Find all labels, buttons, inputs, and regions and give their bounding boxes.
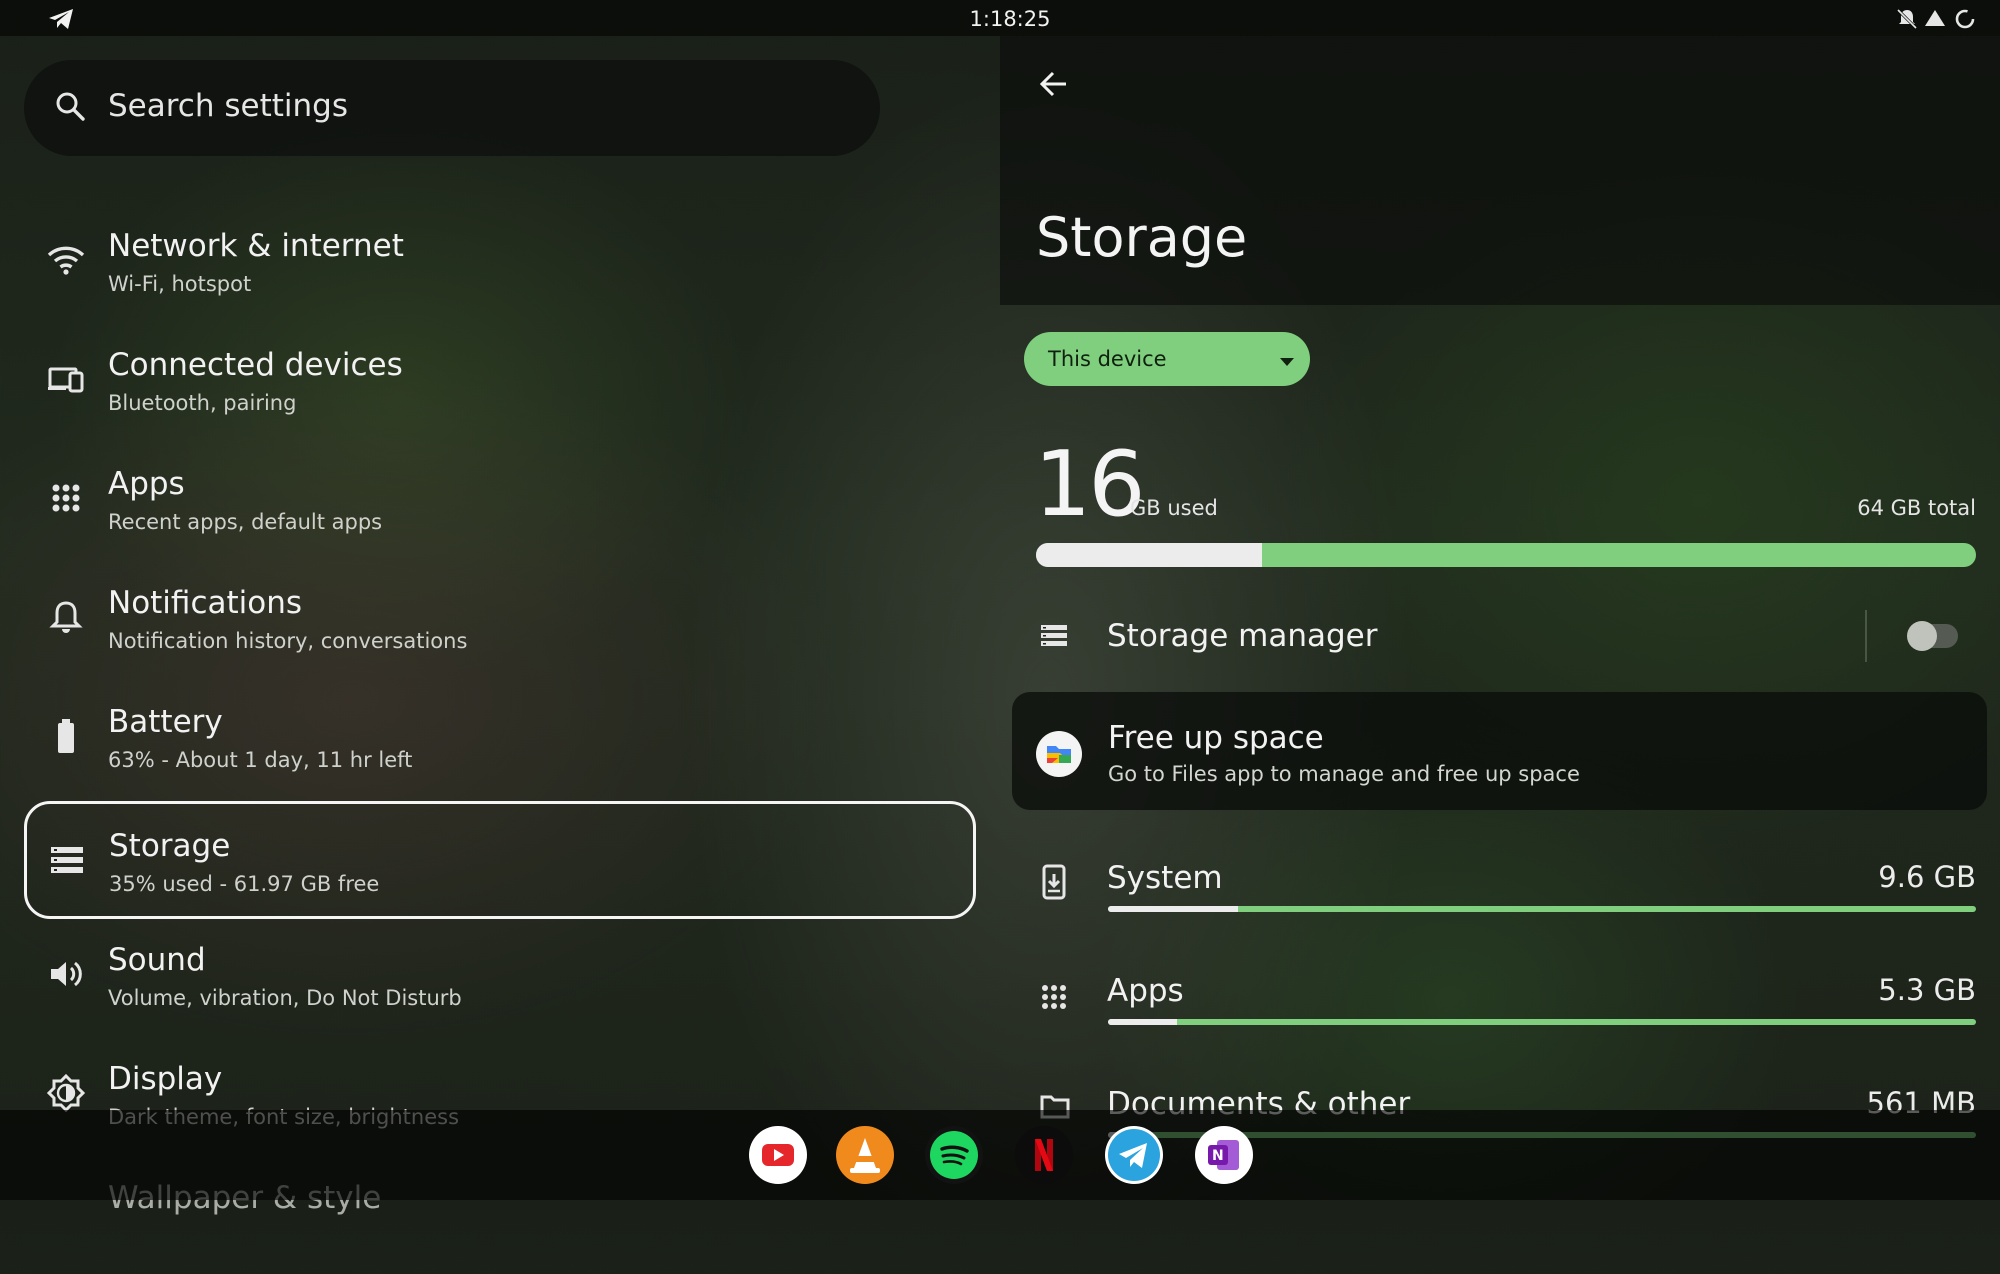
search-input[interactable]: Search settings bbox=[108, 88, 348, 124]
spotify-app-icon[interactable] bbox=[925, 1126, 983, 1184]
vlc-app-icon[interactable] bbox=[836, 1126, 894, 1184]
divider bbox=[1865, 610, 1867, 662]
storage-usage-bar bbox=[1036, 543, 1976, 567]
device-selector-label: This device bbox=[1048, 347, 1167, 371]
device-selector-dropdown[interactable]: This device bbox=[1024, 332, 1310, 386]
menu-item-title: Apps bbox=[108, 466, 185, 502]
menu-item-title: Sound bbox=[108, 942, 206, 978]
menu-item-sound[interactable]: Sound Volume, vibration, Do Not Disturb bbox=[24, 924, 974, 1036]
menu-item-storage[interactable]: Storage 35% used - 61.97 GB free bbox=[24, 801, 976, 919]
wifi-icon bbox=[46, 240, 86, 280]
menu-item-subtitle: Volume, vibration, Do Not Disturb bbox=[108, 986, 462, 1010]
netflix-app-icon[interactable] bbox=[1015, 1126, 1073, 1184]
dropdown-arrow-icon bbox=[1280, 358, 1294, 366]
menu-item-title: Storage bbox=[109, 828, 231, 864]
free-up-space-subtitle: Go to Files app to manage and free up sp… bbox=[1108, 762, 1580, 786]
category-usage-bar bbox=[1108, 1019, 1976, 1025]
menu-item-title: Battery bbox=[108, 704, 223, 740]
category-row-system[interactable]: System 9.6 GB bbox=[1000, 848, 2000, 958]
sync-icon bbox=[1954, 8, 1976, 30]
category-size: 5.3 GB bbox=[1878, 973, 1976, 1007]
menu-item-subtitle: Notification history, conversations bbox=[108, 629, 468, 653]
menu-item-network[interactable]: Network & internet Wi-Fi, hotspot bbox=[24, 210, 974, 322]
battery-icon bbox=[46, 716, 86, 756]
youtube-app-icon[interactable] bbox=[749, 1126, 807, 1184]
telegram-notification-icon bbox=[48, 8, 74, 30]
category-name: Apps bbox=[1107, 973, 1184, 1009]
menu-item-title: Connected devices bbox=[108, 347, 403, 383]
telegram-app-icon[interactable] bbox=[1105, 1126, 1163, 1184]
menu-item-subtitle: Wi-Fi, hotspot bbox=[108, 272, 252, 296]
category-row-apps[interactable]: Apps 5.3 GB bbox=[1000, 961, 2000, 1071]
storage-icon bbox=[47, 840, 87, 880]
storage-usage-bar-used bbox=[1036, 543, 1262, 567]
free-up-space-title: Free up space bbox=[1108, 720, 1324, 756]
storage-manager-label: Storage manager bbox=[1107, 618, 1378, 654]
menu-item-subtitle: 35% used - 61.97 GB free bbox=[109, 872, 380, 896]
files-app-icon bbox=[1036, 731, 1082, 777]
category-name: System bbox=[1107, 860, 1223, 896]
category-usage-bar-used bbox=[1108, 1019, 1178, 1025]
status-clock: 1:18:25 bbox=[969, 7, 1051, 31]
storage-used-unit: GB used bbox=[1130, 496, 1218, 520]
svg-text:N: N bbox=[1212, 1148, 1224, 1164]
menu-item-title: Network & internet bbox=[108, 228, 404, 264]
category-usage-bar-used bbox=[1108, 906, 1239, 912]
menu-item-notifications[interactable]: Notifications Notification history, conv… bbox=[24, 567, 974, 679]
menu-item-connected-devices[interactable]: Connected devices Bluetooth, pairing bbox=[24, 329, 974, 441]
category-usage-bar bbox=[1108, 906, 1976, 912]
storage-manager-toggle[interactable] bbox=[1907, 621, 1958, 651]
notifications-off-icon bbox=[1896, 8, 1918, 30]
menu-item-battery[interactable]: Battery 63% - About 1 day, 11 hr left bbox=[24, 686, 974, 798]
menu-item-subtitle: 63% - About 1 day, 11 hr left bbox=[108, 748, 413, 772]
apps-grid-icon bbox=[46, 478, 86, 518]
system-update-icon bbox=[1040, 864, 1068, 900]
menu-item-title: Notifications bbox=[108, 585, 303, 621]
brightness-icon bbox=[46, 1073, 86, 1113]
toggle-knob bbox=[1907, 621, 1937, 651]
onenote-app-icon[interactable]: N bbox=[1195, 1126, 1253, 1184]
menu-item-subtitle: Recent apps, default apps bbox=[108, 510, 383, 534]
free-up-space-card[interactable]: Free up space Go to Files app to manage … bbox=[1012, 692, 1987, 810]
storage-used-number: 16 bbox=[1034, 432, 1146, 537]
menu-item-apps[interactable]: Apps Recent apps, default apps bbox=[24, 448, 974, 560]
page-title: Storage bbox=[1036, 206, 1248, 269]
devices-icon bbox=[46, 359, 86, 399]
menu-item-subtitle: Bluetooth, pairing bbox=[108, 391, 297, 415]
apps-grid-icon bbox=[1040, 983, 1068, 1011]
back-arrow-icon[interactable] bbox=[1038, 68, 1070, 100]
search-icon bbox=[54, 90, 86, 122]
bell-icon bbox=[46, 597, 86, 637]
storage-total: 64 GB total bbox=[1857, 496, 1976, 520]
taskbar: N bbox=[0, 1110, 2000, 1200]
speaker-icon bbox=[46, 954, 86, 994]
storage-icon bbox=[1040, 622, 1068, 650]
category-size: 9.6 GB bbox=[1878, 860, 1976, 894]
menu-item-title: Display bbox=[108, 1061, 223, 1097]
cloud-icon bbox=[1923, 8, 1947, 28]
